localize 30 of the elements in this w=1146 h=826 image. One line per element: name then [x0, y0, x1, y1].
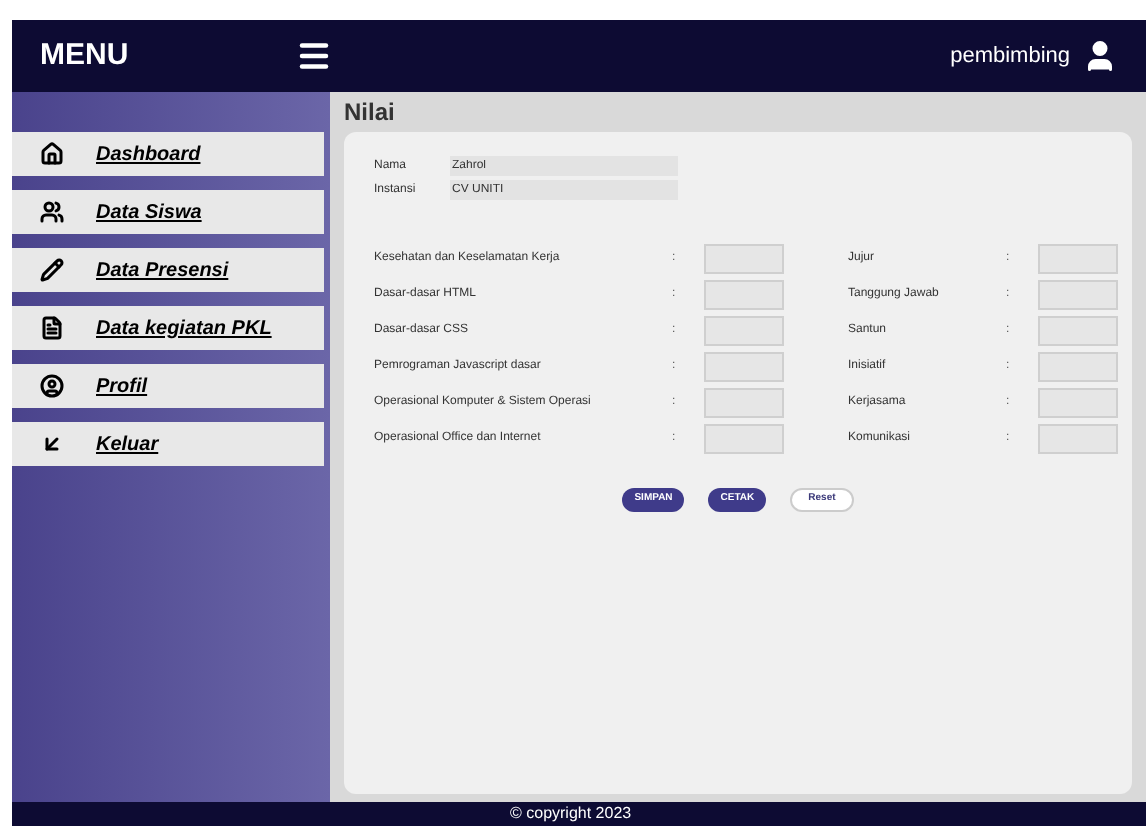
sidebar-item[interactable]: Keluar: [12, 422, 324, 466]
sidebar-item[interactable]: Data Presensi: [12, 248, 324, 292]
score-field[interactable]: [1038, 388, 1118, 418]
menu-icon[interactable]: [296, 38, 332, 74]
document-icon: [40, 316, 64, 340]
sidebar-item[interactable]: Profil: [12, 364, 324, 408]
page-title: Nilai: [344, 96, 397, 130]
pencil-icon: [40, 258, 64, 282]
score-field[interactable]: [1038, 424, 1118, 454]
home-icon: [40, 142, 64, 166]
score-field[interactable]: [704, 388, 784, 418]
profile-icon: [40, 374, 64, 398]
score-field[interactable]: [704, 244, 784, 274]
score-field[interactable]: [1038, 352, 1118, 382]
score-field[interactable]: [704, 316, 784, 346]
sidebar-item[interactable]: Data Siswa: [12, 190, 324, 234]
score-field[interactable]: [1038, 316, 1118, 346]
score-field[interactable]: [1038, 244, 1118, 274]
arrow-icon: [40, 432, 64, 456]
sidebar-item[interactable]: Data kegiatan PKL: [12, 306, 324, 350]
user-icon[interactable]: [1082, 38, 1118, 74]
menu-title: MENU: [40, 35, 131, 76]
score-field[interactable]: [704, 424, 784, 454]
score-field[interactable]: [704, 280, 784, 310]
copyright-text: © copyright 2023: [510, 804, 632, 824]
sidebar-item[interactable]: Dashboard: [12, 132, 324, 176]
score-field[interactable]: [704, 352, 784, 382]
users-icon: [40, 200, 64, 224]
score-field[interactable]: [1038, 280, 1118, 310]
user-name: pembimbing: [950, 41, 1070, 72]
